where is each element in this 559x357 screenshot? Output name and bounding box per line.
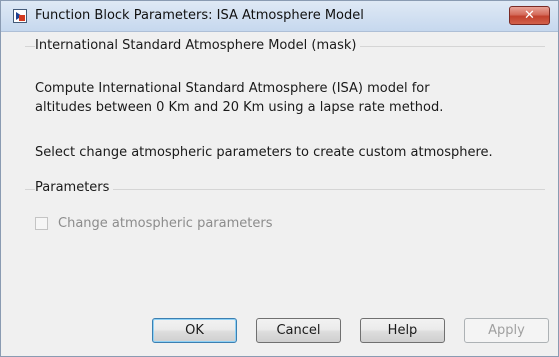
description-line-1: Compute International Standard Atmospher… <box>35 81 430 96</box>
cancel-button[interactable]: Cancel <box>256 318 341 343</box>
simulink-block-icon <box>13 9 27 23</box>
help-button[interactable]: Help <box>360 318 445 343</box>
title-bar[interactable]: Function Block Parameters: ISA Atmospher… <box>1 1 558 32</box>
dialog-window: Function Block Parameters: ISA Atmospher… <box>0 0 559 357</box>
close-button[interactable]: ✕ <box>509 6 550 25</box>
description-line-2: altitudes between 0 Km and 20 Km using a… <box>35 100 444 115</box>
apply-button: Apply <box>464 318 549 343</box>
description-line-3: Select change atmospheric parameters to … <box>35 145 493 160</box>
close-icon: ✕ <box>524 8 535 23</box>
change-atmospheric-parameters-checkbox[interactable] <box>35 217 48 230</box>
change-atmospheric-parameters-label[interactable]: Change atmospheric parameters <box>58 216 273 231</box>
ok-button[interactable]: OK <box>152 318 237 343</box>
description-group-title: International Standard Atmosphere Model … <box>35 38 361 53</box>
parameters-group-title: Parameters <box>35 180 114 195</box>
window-title: Function Block Parameters: ISA Atmospher… <box>35 8 364 23</box>
